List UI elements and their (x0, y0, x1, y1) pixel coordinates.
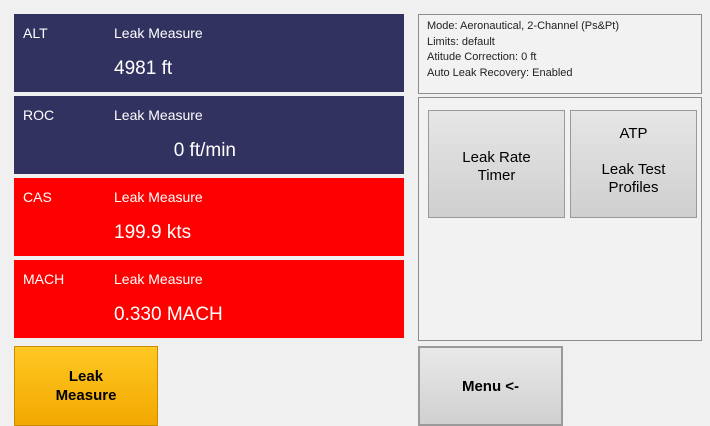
cas-value-number: 199.9 (114, 222, 162, 243)
atp-title: ATP (619, 125, 648, 142)
cas-mode-label: Leak Measure (114, 189, 203, 205)
leak-rate-timer-line1: Leak Rate (462, 149, 531, 166)
atp-leak-test-profiles-button[interactable]: ATP Leak Test Profiles (570, 110, 697, 218)
alt-value: 4981 ft (114, 58, 172, 80)
atp-line1: Leak Test (601, 161, 666, 178)
limits-text: Limits: default (427, 35, 495, 48)
mach-value-unit: MACH (166, 304, 223, 325)
leak-measure-button[interactable]: Leak Measure (14, 346, 158, 426)
alt-value-unit: ft (161, 58, 173, 79)
roc-value: 0 ft/min (114, 140, 236, 162)
cas-panel[interactable]: CAS Leak Measure 199.9 kts (14, 178, 404, 256)
cas-param-label: CAS (23, 189, 52, 205)
alt-panel[interactable]: ALT Leak Measure 4981 ft (14, 14, 404, 92)
atp-line2: Profiles (608, 179, 659, 196)
roc-panel[interactable]: ROC Leak Measure 0 ft/min (14, 96, 404, 174)
altitude-correction-text: Atitude Correction: 0 ft (427, 51, 537, 63)
alt-value-number: 4981 (114, 58, 157, 79)
cas-value-unit: kts (166, 222, 192, 243)
leak-measure-line1: Leak (68, 368, 104, 385)
roc-value-number: 0 (173, 140, 185, 161)
roc-param-label: ROC (23, 107, 55, 123)
mach-value: 0.330 MACH (114, 304, 223, 326)
mach-param-label: MACH (23, 271, 65, 287)
leak-rate-timer-button[interactable]: Leak Rate Timer (428, 110, 565, 218)
alt-param-label: ALT (23, 25, 48, 41)
roc-value-unit: ft/min (189, 140, 236, 161)
mode-text: Mode: Aeronautical, 2-Channel (Ps&Pt) (427, 20, 619, 32)
mach-mode-label: Leak Measure (114, 271, 203, 287)
mach-panel[interactable]: MACH Leak Measure 0.330 MACH (14, 260, 404, 338)
auto-leak-recovery-text: Auto Leak Recovery: Enabled (427, 66, 573, 79)
leak-rate-timer-line2: Timer (477, 167, 516, 184)
menu-back-button[interactable]: Menu <- (418, 346, 563, 426)
leak-measure-line2: Measure (55, 387, 117, 404)
alt-mode-label: Leak Measure (114, 25, 203, 41)
mach-value-number: 0.330 (114, 304, 162, 325)
menu-back-label: Menu <- (461, 377, 520, 395)
status-info-box: Mode: Aeronautical, 2-Channel (Ps&Pt) Li… (418, 14, 702, 94)
function-panel: Leak Rate Timer ATP Leak Test Profiles (418, 97, 702, 341)
cas-value: 199.9 kts (114, 222, 191, 244)
roc-mode-label: Leak Measure (114, 107, 203, 123)
